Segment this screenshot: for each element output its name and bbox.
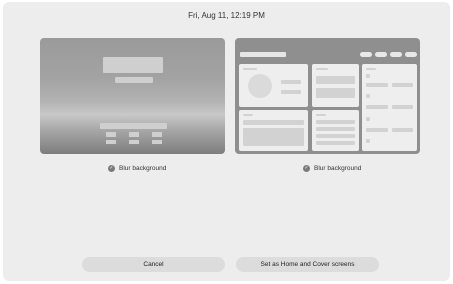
cover-blur-option[interactable]: ✓ Blur background	[108, 165, 166, 172]
card-line	[281, 80, 301, 84]
card-line	[366, 128, 388, 132]
set-home-and-cover-button[interactable]: Set as Home and Cover screens	[236, 257, 379, 272]
preview-header-pill	[360, 52, 372, 57]
preview-card	[312, 110, 359, 151]
home-blur-option[interactable]: ✓ Blur background	[303, 165, 361, 172]
card-icon	[366, 139, 370, 143]
preview-card	[239, 110, 308, 151]
screen: Fri, Aug 11, 12:19 PM ✓ Blur background …	[3, 2, 450, 281]
card-line	[316, 120, 355, 124]
card-icon	[366, 94, 370, 98]
card-line	[316, 127, 355, 131]
check-circle-icon[interactable]: ✓	[108, 165, 115, 172]
cover-screen-preview[interactable]	[40, 38, 225, 154]
card-line	[392, 105, 413, 109]
cancel-button[interactable]: Cancel	[82, 257, 225, 272]
home-screen-preview[interactable]	[235, 38, 420, 154]
preview-card	[312, 64, 359, 107]
card-icon	[366, 74, 370, 78]
card-line	[316, 141, 355, 145]
status-datetime: Fri, Aug 11, 12:19 PM	[188, 11, 265, 20]
card-line	[366, 105, 388, 109]
card-line	[316, 76, 355, 84]
preview-header-pill	[375, 52, 387, 57]
preview-header-bar	[240, 52, 286, 57]
card-line	[316, 88, 355, 98]
card-title-bar	[316, 114, 326, 116]
preview-shortcut	[152, 132, 162, 137]
check-circle-icon[interactable]: ✓	[303, 165, 310, 172]
card-title-bar	[243, 114, 253, 116]
card-line	[392, 83, 413, 87]
card-icon	[366, 117, 370, 121]
card-line	[281, 90, 301, 94]
card-line	[392, 128, 413, 132]
card-title-bar	[366, 68, 376, 70]
home-blur-label: Blur background	[314, 165, 362, 172]
preview-shortcut	[106, 132, 116, 137]
preview-widget-bar	[100, 123, 167, 129]
preview-card	[362, 64, 417, 151]
cover-blur-label: Blur background	[119, 165, 167, 172]
card-line	[243, 128, 304, 146]
card-line	[366, 83, 388, 87]
preview-shortcut	[129, 132, 139, 137]
card-avatar-circle	[248, 74, 272, 98]
preview-header-pill	[405, 52, 417, 57]
preview-header-pill	[390, 52, 402, 57]
preview-card	[239, 64, 308, 107]
card-title-bar	[316, 68, 328, 70]
preview-shortcut	[152, 140, 162, 144]
card-title-bar	[243, 68, 257, 70]
preview-shortcut	[106, 140, 116, 144]
preview-shortcut	[129, 140, 139, 144]
card-line	[243, 120, 304, 125]
card-line	[316, 134, 355, 138]
preview-date-placeholder	[115, 77, 153, 83]
preview-clock-placeholder	[103, 57, 163, 73]
